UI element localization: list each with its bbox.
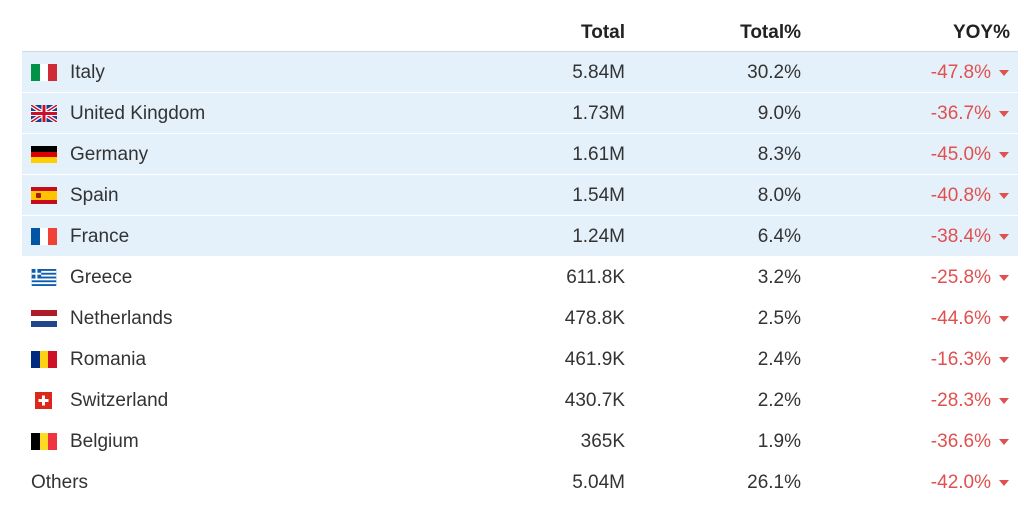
country-name: United Kingdom: [70, 103, 206, 124]
total-value: 461.9K: [564, 349, 625, 370]
yoy-value: -47.8%: [930, 62, 991, 83]
country-name: Belgium: [70, 431, 139, 452]
table-row[interactable]: Others 5.04M 26.1% -42.0%: [22, 462, 1018, 503]
total-value: 1.61M: [572, 144, 625, 165]
spain-flag-icon: [31, 187, 57, 204]
total-value: 5.04M: [572, 472, 625, 493]
country-name: Romania: [70, 349, 147, 370]
yoy-value: -40.8%: [930, 185, 991, 206]
total-pct-value: 8.0%: [757, 185, 801, 206]
table-row[interactable]: France 1.24M 6.4% -38.4%: [22, 216, 1018, 257]
header-total-pct[interactable]: Total%: [740, 22, 801, 44]
country-name: Spain: [70, 185, 119, 206]
total-value: 430.7K: [564, 390, 625, 411]
table-row[interactable]: Netherlands 478.8K 2.5% -44.6%: [22, 298, 1018, 339]
yoy-value: -42.0%: [930, 472, 991, 493]
total-value: 1.73M: [572, 103, 625, 124]
yoy-value: -45.0%: [930, 144, 991, 165]
table-row[interactable]: Belgium 365K 1.9% -36.6%: [22, 421, 1018, 462]
caret-down-icon: [999, 480, 1009, 486]
table-row[interactable]: Italy 5.84M 30.2% -47.8%: [22, 52, 1018, 93]
country-name: Germany: [70, 144, 149, 165]
caret-down-icon: [999, 70, 1009, 76]
country-name: Italy: [70, 62, 105, 83]
caret-down-icon: [999, 193, 1009, 199]
total-pct-value: 2.4%: [757, 349, 801, 370]
yoy-value: -38.4%: [930, 226, 991, 247]
germany-flag-icon: [31, 146, 57, 163]
caret-down-icon: [999, 316, 1009, 322]
total-pct-value: 1.9%: [757, 431, 801, 452]
yoy-value: -28.3%: [930, 390, 991, 411]
country-name: Netherlands: [70, 308, 173, 329]
france-flag-icon: [31, 228, 57, 245]
yoy-value: -36.6%: [930, 431, 991, 452]
yoy-value: -25.8%: [930, 267, 991, 288]
uk-flag-icon: [31, 105, 57, 122]
total-pct-value: 30.2%: [747, 62, 801, 83]
header-yoy[interactable]: YOY%: [953, 22, 1010, 44]
table-row[interactable]: Romania 461.9K 2.4% -16.3%: [22, 339, 1018, 380]
yoy-value: -36.7%: [930, 103, 991, 124]
italy-flag-icon: [31, 64, 57, 81]
romania-flag-icon: [31, 351, 57, 368]
country-name: France: [70, 226, 130, 247]
switzerland-flag-icon: [35, 392, 52, 409]
caret-down-icon: [999, 357, 1009, 363]
total-pct-value: 3.2%: [757, 267, 801, 288]
greece-flag-icon: [31, 269, 57, 286]
total-pct-value: 6.4%: [757, 226, 801, 247]
country-table: Total Total% YOY% Italy 5.84M 30.2% -47.…: [22, 12, 1018, 503]
total-value: 611.8K: [566, 267, 625, 288]
caret-down-icon: [999, 439, 1009, 445]
caret-down-icon: [999, 111, 1009, 117]
total-pct-value: 2.5%: [757, 308, 801, 329]
table-header: Total Total% YOY%: [22, 12, 1018, 52]
caret-down-icon: [999, 152, 1009, 158]
total-value: 478.8K: [564, 308, 625, 329]
table-row[interactable]: Spain 1.54M 8.0% -40.8%: [22, 175, 1018, 216]
caret-down-icon: [999, 275, 1009, 281]
table-row[interactable]: Greece 611.8K 3.2% -25.8%: [22, 257, 1018, 298]
table-row[interactable]: Switzerland 430.7K 2.2% -28.3%: [22, 380, 1018, 421]
total-pct-value: 2.2%: [757, 390, 801, 411]
netherlands-flag-icon: [31, 310, 57, 327]
total-pct-value: 26.1%: [747, 472, 801, 493]
total-pct-value: 9.0%: [757, 103, 801, 124]
total-value: 1.24M: [572, 226, 625, 247]
table-row[interactable]: Germany 1.61M 8.3% -45.0%: [22, 134, 1018, 175]
country-name: Others: [31, 472, 89, 493]
country-name: Switzerland: [70, 390, 169, 411]
total-value: 5.84M: [572, 62, 625, 83]
header-total[interactable]: Total: [581, 22, 625, 44]
caret-down-icon: [999, 234, 1009, 240]
total-value: 365K: [580, 431, 625, 452]
total-pct-value: 8.3%: [757, 144, 801, 165]
table-row[interactable]: United Kingdom 1.73M 9.0% -36.7%: [22, 93, 1018, 134]
country-name: Greece: [70, 267, 133, 288]
yoy-value: -16.3%: [930, 349, 991, 370]
caret-down-icon: [999, 398, 1009, 404]
belgium-flag-icon: [31, 433, 57, 450]
yoy-value: -44.6%: [930, 308, 991, 329]
total-value: 1.54M: [572, 185, 625, 206]
